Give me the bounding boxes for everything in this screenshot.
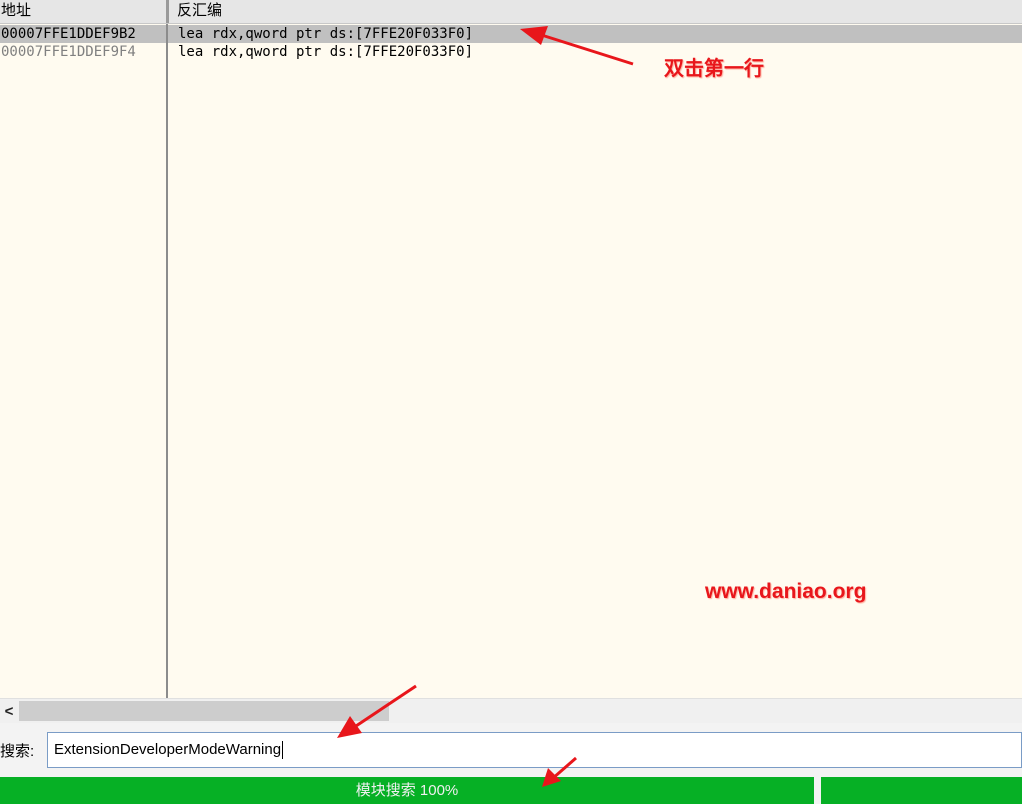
scroll-left-arrow-icon[interactable]: < <box>0 699 18 723</box>
results-table: 00007FFE1DDEF9B2 lea rdx,qword ptr ds:[7… <box>0 24 1022 698</box>
table-header: 地址 反汇编 <box>0 0 1022 24</box>
search-bar: 搜索: ExtensionDeveloperModeWarning <box>0 723 1022 777</box>
progress-label: 模块搜索 100% <box>355 782 459 799</box>
watermark-text: www.daniao.org <box>705 580 867 603</box>
table-row[interactable]: 00007FFE1DDEF9F4 lea rdx,qword ptr ds:[7… <box>0 43 1022 61</box>
search-input[interactable]: ExtensionDeveloperModeWarning <box>47 732 1022 768</box>
module-search-progress-bar: 模块搜索 100% <box>0 777 814 804</box>
table-row[interactable]: 00007FFE1DDEF9B2 lea rdx,qword ptr ds:[7… <box>0 25 1022 43</box>
disassembly-cell: lea rdx,qword ptr ds:[7FFE20F033F0] <box>178 26 474 42</box>
disassembly-cell: lea rdx,qword ptr ds:[7FFE20F033F0] <box>178 44 474 60</box>
disassembly-column-header[interactable]: 反汇编 <box>177 2 222 20</box>
status-bar: 模块搜索 100% <box>0 777 1022 804</box>
horizontal-scrollbar[interactable]: < <box>0 698 1022 723</box>
secondary-progress-bar <box>821 777 1022 804</box>
address-cell: 00007FFE1DDEF9B2 <box>1 26 136 42</box>
column-resize-handle[interactable] <box>166 0 169 23</box>
address-cell: 00007FFE1DDEF9F4 <box>1 44 136 60</box>
search-input-value: ExtensionDeveloperModeWarning <box>54 741 282 758</box>
annotation-instruction: 双击第一行 <box>664 56 764 80</box>
references-window: 地址 反汇编 00007FFE1DDEF9B2 lea rdx,qword pt… <box>0 0 1022 804</box>
address-column-header[interactable]: 地址 <box>1 2 31 20</box>
search-label: 搜索: <box>0 743 35 760</box>
text-caret <box>282 741 284 760</box>
scrollbar-thumb[interactable] <box>19 701 389 721</box>
column-divider <box>166 24 168 698</box>
